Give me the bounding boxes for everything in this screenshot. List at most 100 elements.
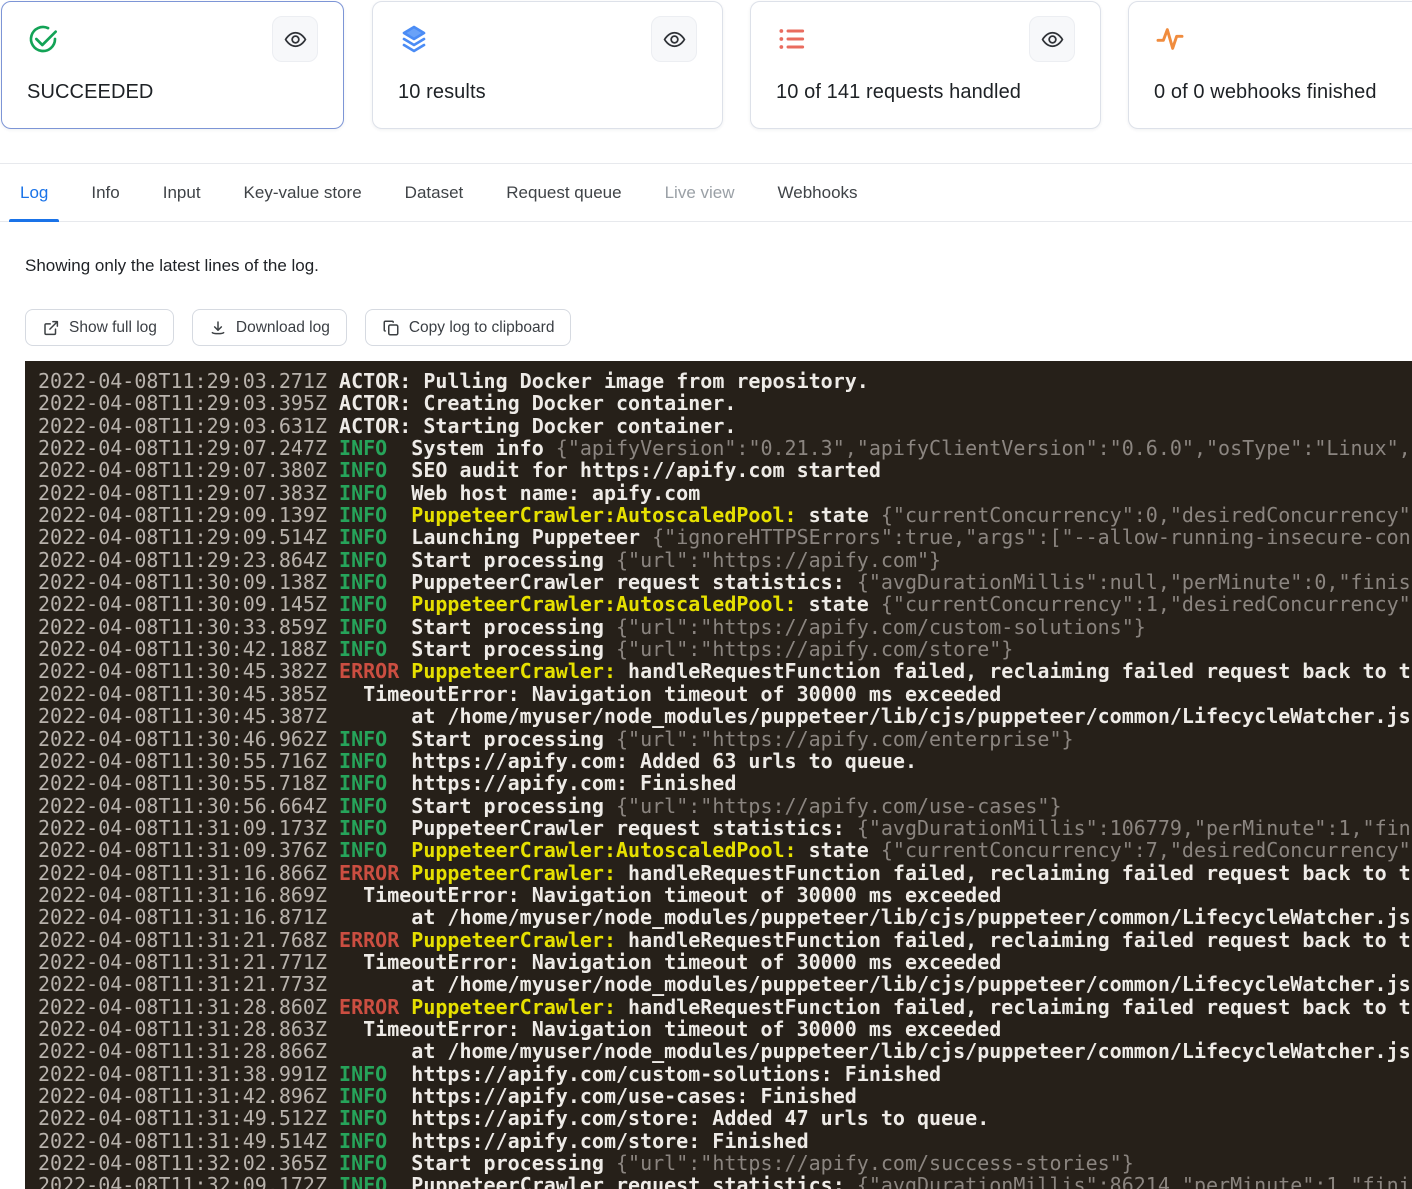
log-segment: {"avgDurationMillis":null,"perMinute":0,… [857, 570, 1412, 594]
log-segment: {"currentConcurrency":7,"desiredConcurre… [881, 838, 1412, 862]
log-segment: {"avgDurationMillis":106779,"perMinute":… [857, 816, 1412, 840]
log-timestamp: 2022-04-08T11:31:28.863Z [38, 1017, 339, 1041]
log-timestamp: 2022-04-08T11:31:49.514Z [38, 1129, 339, 1153]
log-timestamp: 2022-04-08T11:29:03.271Z [38, 369, 339, 393]
tab-request-queue[interactable]: Request queue [495, 164, 632, 221]
eye-icon [662, 27, 687, 52]
log-line: 2022-04-08T11:29:09.514ZINFO Launching P… [38, 526, 1412, 548]
log-segment: TimeoutError: Navigation timeout of 3000… [339, 950, 1001, 974]
download-log-button[interactable]: Download log [192, 309, 347, 346]
tab-live-view: Live view [654, 164, 746, 221]
log-timestamp: 2022-04-08T11:31:16.866Z [38, 861, 339, 885]
log-timestamp: 2022-04-08T11:30:46.962Z [38, 727, 339, 751]
tab-log[interactable]: Log [9, 164, 59, 221]
log-level: ACTOR: [339, 414, 423, 438]
log-timestamp: 2022-04-08T11:31:09.376Z [38, 838, 339, 862]
layers-icon [398, 23, 430, 55]
log-timestamp: 2022-04-08T11:30:33.859Z [38, 615, 339, 639]
action-button-label: Show full log [69, 319, 157, 337]
log-segment: PuppeteerCrawler request statistics: [411, 816, 857, 840]
log-timestamp: 2022-04-08T11:30:09.145Z [38, 592, 339, 616]
action-button-label: Copy log to clipboard [409, 319, 555, 337]
log-level: INFO [339, 1173, 411, 1189]
log-segment: at /home/myuser/node_modules/puppeteer/l… [339, 972, 1412, 996]
log-segment: PuppeteerCrawler:AutoscaledPool: [411, 592, 796, 616]
log-level: INFO [339, 548, 411, 572]
log-timestamp: 2022-04-08T11:31:38.991Z [38, 1062, 339, 1086]
log-timestamp: 2022-04-08T11:31:09.173Z [38, 816, 339, 840]
log-segment: Start processing [411, 637, 616, 661]
log-segment: PuppeteerCrawler: [411, 928, 616, 952]
tab-webhooks[interactable]: Webhooks [767, 164, 869, 221]
log-level: ACTOR: [339, 391, 423, 415]
log-segment: {"url":"https://apify.com/store"} [616, 637, 1013, 661]
status-card-requests: 10 of 141 requests handled [750, 1, 1101, 129]
eye-toggle-button-status[interactable] [272, 16, 318, 62]
log-timestamp: 2022-04-08T11:31:28.866Z [38, 1039, 339, 1063]
log-line: 2022-04-08T11:29:07.383ZINFO Web host na… [38, 482, 1412, 504]
log-segment: https://apify.com: Added 63 urls to queu… [411, 749, 917, 773]
log-line: 2022-04-08T11:31:16.871Z at /home/myuser… [38, 906, 1412, 928]
log-segment: state [797, 503, 881, 527]
log-line: 2022-04-08T11:31:42.896ZINFO https://api… [38, 1085, 1412, 1107]
log-segment: {"currentConcurrency":0,"desiredConcurre… [881, 503, 1412, 527]
log-level: ERROR [339, 659, 411, 683]
log-line: 2022-04-08T11:30:45.382ZERROR PuppeteerC… [38, 660, 1412, 682]
log-timestamp: 2022-04-08T11:31:21.771Z [38, 950, 339, 974]
log-segment: Start processing [411, 794, 616, 818]
log-actions-row: Show full log Download log Copy log to cli… [25, 309, 571, 346]
eye-icon [1040, 27, 1065, 52]
log-segment: https://apify.com/store: Finished [411, 1129, 808, 1153]
log-segment: at /home/myuser/node_modules/puppeteer/l… [339, 704, 1412, 728]
eye-toggle-button-requests[interactable] [1029, 16, 1075, 62]
log-level: INFO [339, 615, 411, 639]
log-line: 2022-04-08T11:29:03.271ZACTOR: Pulling D… [38, 370, 1412, 392]
external-link-icon [42, 319, 60, 337]
tab-dataset[interactable]: Dataset [394, 164, 475, 221]
log-viewer[interactable]: 2022-04-08T11:29:03.271ZACTOR: Pulling D… [25, 361, 1412, 1189]
log-segment: Web host name: apify.com [411, 481, 700, 505]
log-segment: handleRequestFunction failed, reclaiming… [616, 659, 1412, 683]
show-full-log-button[interactable]: Show full log [25, 309, 174, 346]
log-line: 2022-04-08T11:30:46.962ZINFO Start proce… [38, 728, 1412, 750]
log-line: 2022-04-08T11:29:03.395ZACTOR: Creating … [38, 392, 1412, 414]
log-line: 2022-04-08T11:32:02.365ZINFO Start proce… [38, 1152, 1412, 1174]
tab-info[interactable]: Info [80, 164, 130, 221]
log-timestamp: 2022-04-08T11:32:02.365Z [38, 1151, 339, 1175]
log-timestamp: 2022-04-08T11:30:45.387Z [38, 704, 339, 728]
log-line: 2022-04-08T11:30:45.387Z at /home/myuser… [38, 705, 1412, 727]
log-segment: handleRequestFunction failed, reclaiming… [616, 995, 1412, 1019]
log-segment: {"ignoreHTTPSErrors":true,"args":["--all… [652, 525, 1412, 549]
log-timestamp: 2022-04-08T11:31:21.768Z [38, 928, 339, 952]
log-line: 2022-04-08T11:29:23.864ZINFO Start proce… [38, 549, 1412, 571]
log-line: 2022-04-08T11:31:49.514ZINFO https://api… [38, 1130, 1412, 1152]
log-timestamp: 2022-04-08T11:31:28.860Z [38, 995, 339, 1019]
eye-toggle-button-results[interactable] [651, 16, 697, 62]
log-line: 2022-04-08T11:31:21.768ZERROR PuppeteerC… [38, 929, 1412, 951]
log-segment: {"url":"https://apify.com/custom-solutio… [616, 615, 1146, 639]
tab-key-value-store[interactable]: Key-value store [233, 164, 373, 221]
log-level: INFO [339, 771, 411, 795]
log-timestamp: 2022-04-08T11:29:23.864Z [38, 548, 339, 572]
log-segment: https://apify.com: Finished [411, 771, 736, 795]
log-line: 2022-04-08T11:30:09.145ZINFO PuppeteerCr… [38, 593, 1412, 615]
log-level: ACTOR: [339, 369, 423, 393]
log-segment: Start processing [411, 1151, 616, 1175]
log-level: INFO [339, 1129, 411, 1153]
log-segment: PuppeteerCrawler request statistics: [411, 570, 857, 594]
log-segment: https://apify.com/store: Added 47 urls t… [411, 1106, 989, 1130]
log-line: 2022-04-08T11:30:56.664ZINFO Start proce… [38, 795, 1412, 817]
log-level: ERROR [339, 861, 411, 885]
tab-input[interactable]: Input [152, 164, 212, 221]
log-segment: PuppeteerCrawler: [411, 861, 616, 885]
log-line: 2022-04-08T11:31:09.173ZINFO PuppeteerCr… [38, 817, 1412, 839]
copy-log-to-clipboard-button[interactable]: Copy log to clipboard [365, 309, 572, 346]
log-segment: {"url":"https://apify.com/enterprise"} [616, 727, 1074, 751]
log-line: 2022-04-08T11:30:45.385Z TimeoutError: N… [38, 683, 1412, 705]
log-line: 2022-04-08T11:30:55.718ZINFO https://api… [38, 772, 1412, 794]
log-level: INFO [339, 727, 411, 751]
log-level: INFO [339, 570, 411, 594]
log-line: 2022-04-08T11:30:33.859ZINFO Start proce… [38, 616, 1412, 638]
log-line: 2022-04-08T11:31:49.512ZINFO https://api… [38, 1107, 1412, 1129]
log-line: 2022-04-08T11:29:03.631ZACTOR: Starting … [38, 415, 1412, 437]
